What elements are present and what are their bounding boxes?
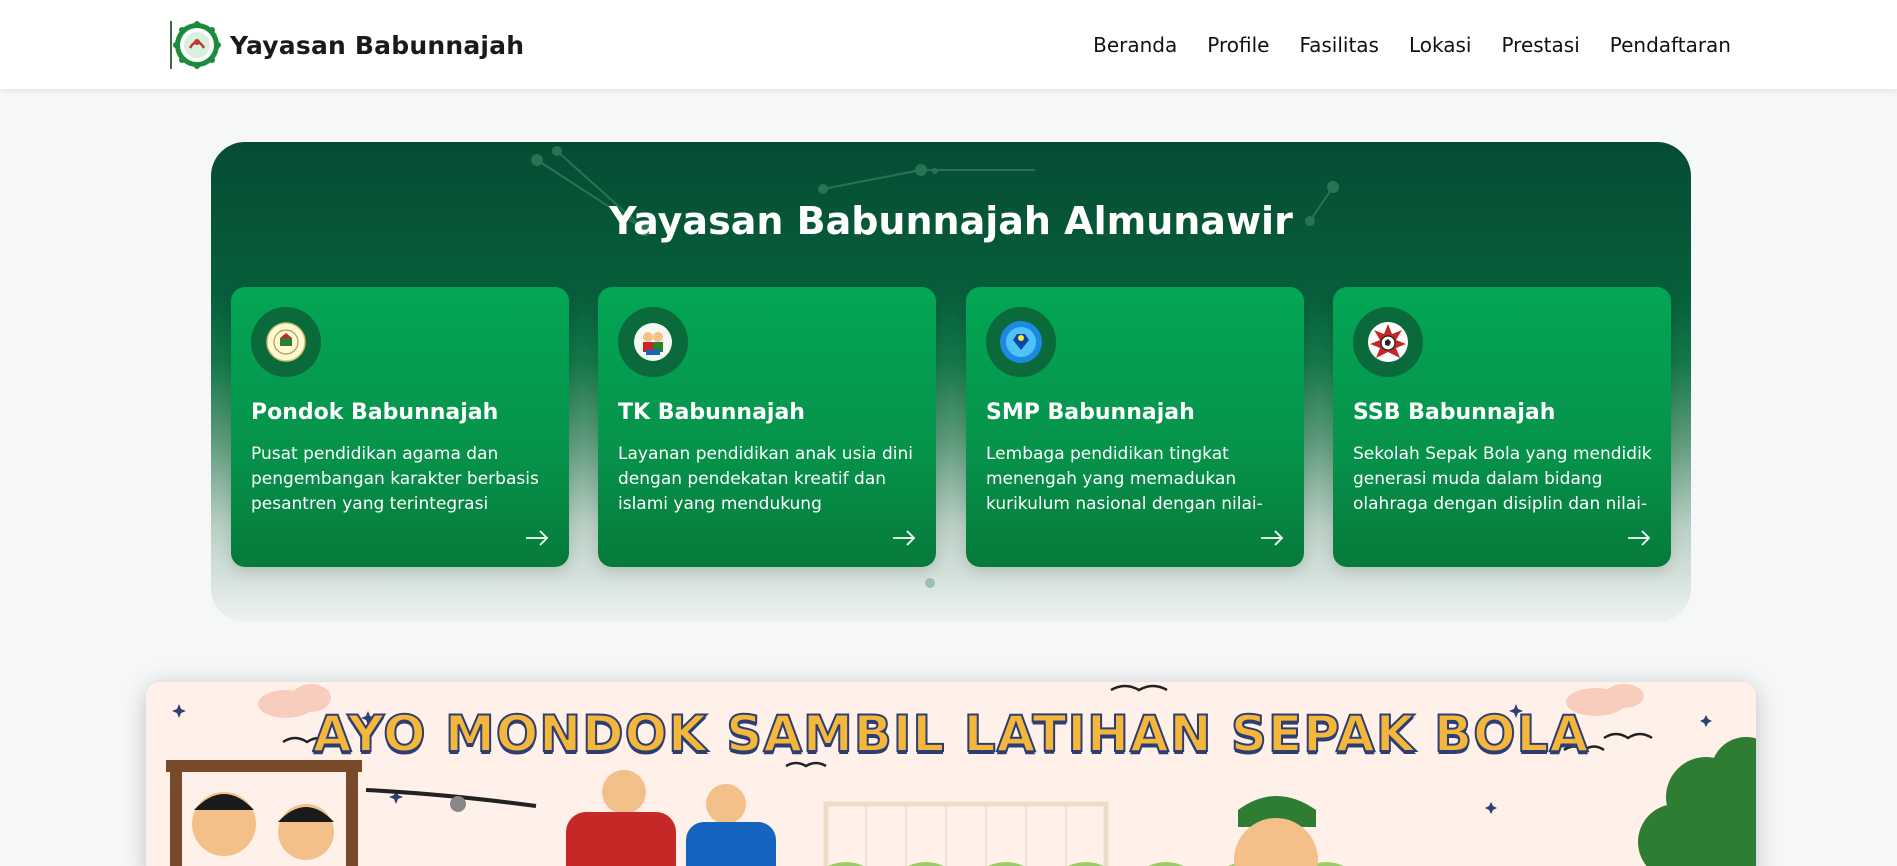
brand-name: Yayasan Babunnajah — [230, 30, 525, 60]
nav-link-beranda[interactable]: Beranda — [1093, 30, 1177, 60]
nav-link-profile[interactable]: Profile — [1207, 30, 1269, 60]
card-title: SMP Babunnajah — [986, 400, 1195, 425]
ssb-logo-icon — [1353, 307, 1423, 377]
card-title: Pondok Babunnajah — [251, 400, 499, 425]
navbar: Yayasan Babunnajah Beranda Profile Fasil… — [0, 0, 1897, 89]
smp-logo-icon — [986, 307, 1056, 377]
card-tk[interactable]: TK Babunnajah Layanan pendidikan anak us… — [598, 287, 936, 567]
main-nav: Beranda Profile Fasilitas Lokasi Prestas… — [1063, 30, 1731, 60]
nav-link-prestasi[interactable]: Prestasi — [1501, 30, 1579, 60]
card-title: TK Babunnajah — [618, 400, 805, 425]
nav-link-lokasi[interactable]: Lokasi — [1409, 30, 1472, 60]
banner-headline: AYO MONDOK SAMBIL LATIHAN SEPAK BOLA — [312, 704, 1590, 764]
arrow-right-icon[interactable] — [1260, 529, 1284, 547]
card-ssb[interactable]: SSB Babunnajah Sekolah Sepak Bola yang m… — [1333, 287, 1671, 567]
nav-link-pendaftaran[interactable]: Pendaftaran — [1610, 30, 1731, 60]
carousel-dot[interactable] — [925, 578, 935, 588]
hero-title: Yayasan Babunnajah Almunawir — [609, 199, 1293, 243]
card-description: Pusat pendidikan agama dan pengembangan … — [251, 444, 539, 514]
hero-section: Yayasan Babunnajah Almunawir Pondok Babu… — [211, 142, 1691, 622]
arrow-right-icon[interactable] — [525, 529, 549, 547]
card-description: Lembaga pendidikan tingkat menengah yang… — [986, 444, 1263, 514]
card-title: SSB Babunnajah — [1353, 400, 1556, 425]
nav-link-fasilitas[interactable]: Fasilitas — [1299, 30, 1379, 60]
pondok-logo-icon — [251, 307, 321, 377]
arrow-right-icon[interactable] — [892, 529, 916, 547]
card-smp[interactable]: SMP Babunnajah Lembaga pendidikan tingka… — [966, 287, 1304, 567]
card-pondok[interactable]: Pondok Babunnajah Pusat pendidikan agama… — [231, 287, 569, 567]
card-description: Sekolah Sepak Bola yang mendidik generas… — [1353, 444, 1652, 514]
tk-logo-icon — [618, 307, 688, 377]
yayasan-logo-icon — [170, 19, 222, 71]
brand[interactable]: Yayasan Babunnajah — [170, 19, 524, 71]
promo-banner[interactable]: AYO MONDOK SAMBIL LATIHAN SEPAK BOLA — [146, 682, 1756, 866]
arrow-right-icon[interactable] — [1627, 529, 1651, 547]
card-description: Layanan pendidikan anak usia dini dengan… — [618, 444, 913, 514]
